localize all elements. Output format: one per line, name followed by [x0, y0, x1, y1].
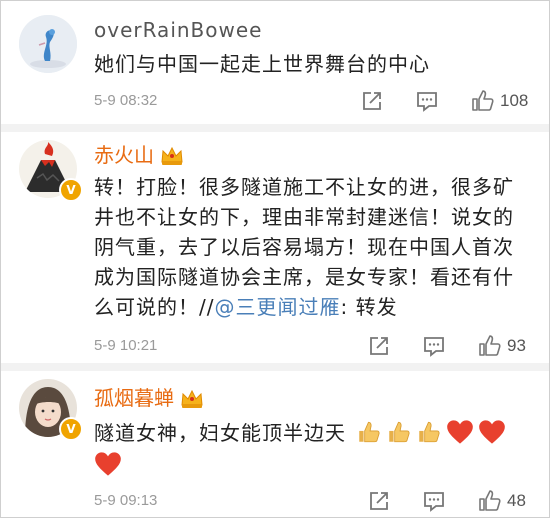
- comment-item: overRainBowee 她们与中国一起走上世界舞台的中心 5-9 08:32…: [1, 1, 550, 125]
- timestamp: 5-9 08:32: [94, 92, 158, 109]
- comment-icon[interactable]: [415, 89, 439, 113]
- vip-crown-icon: [181, 389, 203, 408]
- comment-meta: 5-9 09:13 48: [94, 487, 534, 515]
- comment-text-body: 隧道女神，妇女能顶半边天: [94, 421, 346, 445]
- divider: [1, 124, 549, 132]
- like-count: 48: [507, 491, 526, 510]
- mention-link[interactable]: @三更闻过雁: [214, 295, 340, 319]
- username[interactable]: 赤火山: [94, 142, 184, 168]
- username-label: 孤烟暮蝉: [94, 386, 174, 410]
- thumbs-up-emoji-icon: [419, 421, 440, 443]
- avatar[interactable]: [19, 15, 77, 73]
- share-icon[interactable]: [360, 89, 384, 113]
- thumbs-up-icon[interactable]: [478, 489, 502, 513]
- heart-emoji-icon: [447, 420, 473, 444]
- comment-icon[interactable]: [422, 334, 446, 358]
- verified-badge: V: [59, 178, 83, 202]
- vip-crown-icon: [161, 146, 183, 165]
- comment-text: 转！打脸！很多隧道施工不让女的进，很多矿井也不让女的下，理由非常封建迷信！说女的…: [94, 172, 534, 322]
- username-label: 赤火山: [94, 143, 154, 167]
- heart-emoji-icon: [479, 420, 505, 444]
- thumbs-up-emoji-icon: [359, 421, 380, 443]
- thumbs-up-icon[interactable]: [478, 334, 502, 358]
- comment-icon[interactable]: [422, 489, 446, 513]
- comment-text: 她们与中国一起走上世界舞台的中心: [94, 52, 430, 76]
- comment-text: 隧道女神，妇女能顶半边天: [94, 417, 534, 481]
- comment-meta: 5-9 10:21 93: [94, 332, 534, 360]
- like-count: 93: [507, 336, 526, 355]
- thumbs-up-icon[interactable]: [471, 89, 495, 113]
- thumbs-up-emoji-icon: [389, 421, 410, 443]
- heart-emoji-icon: [95, 452, 121, 476]
- share-icon[interactable]: [367, 489, 391, 513]
- avatar-image: [19, 15, 77, 73]
- timestamp: 5-9 09:13: [94, 492, 158, 509]
- username[interactable]: overRainBowee: [94, 17, 262, 43]
- verified-badge: V: [59, 417, 83, 441]
- divider: [1, 363, 549, 371]
- username[interactable]: 孤烟暮蝉: [94, 385, 204, 411]
- comment-item: V 孤烟暮蝉 隧道女神，妇女能顶半边天 5-9 09:13 48: [1, 371, 550, 519]
- comment-text-suffix: : 转发: [340, 295, 398, 319]
- share-icon[interactable]: [367, 334, 391, 358]
- comment-meta: 5-9 08:32 108: [94, 87, 534, 115]
- like-count: 108: [500, 91, 529, 110]
- timestamp: 5-9 10:21: [94, 337, 158, 354]
- comment-item: V 赤火山 转！打脸！很多隧道施工不让女的进，很多矿井也不让女的下，理由非常封建…: [1, 132, 550, 362]
